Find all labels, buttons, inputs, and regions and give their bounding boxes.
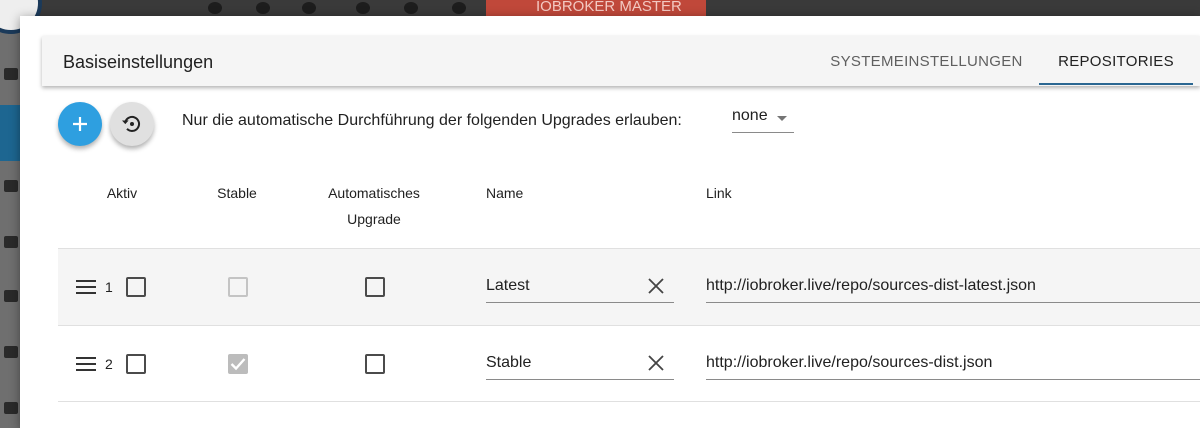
notes-icon (4, 290, 18, 302)
auto-upgrade-policy-select[interactable]: none (732, 105, 794, 133)
tab-system-settings[interactable]: SYSTEMEINSTELLUNGEN (824, 36, 1029, 86)
dialog-app-bar: Basiseinstellungen SYSTEMEINSTELLUNGEN R… (42, 36, 1200, 86)
repository-name-value: Stable (486, 354, 532, 371)
tab-repositories[interactable]: REPOSITORIES (1039, 36, 1193, 86)
tab-indicator (1039, 83, 1193, 85)
apps-icon (4, 68, 18, 80)
column-header-aktiv: Aktiv (106, 185, 138, 201)
restore-defaults-button[interactable] (110, 102, 154, 146)
plus-icon (73, 117, 87, 131)
user-icon (4, 346, 18, 358)
repository-name-value: Latest (486, 277, 530, 294)
bg-tool-icon (256, 2, 270, 14)
stable-checkbox (228, 354, 248, 374)
background-sidebar (0, 0, 20, 428)
column-header-auto-upgrade-line1: Automatisches (328, 185, 420, 201)
caret-down-icon (777, 116, 787, 121)
bg-tool-icon (356, 2, 370, 14)
bg-tool-icon (302, 2, 316, 14)
clear-icon[interactable] (646, 353, 666, 373)
restore-icon (122, 115, 140, 132)
auto-upgrade-policy-value: none (732, 107, 768, 124)
auto-upgrade-policy-label: Nur die automatische Durchführung der fo… (182, 112, 682, 129)
checkmark-icon (230, 358, 246, 371)
table-row: 1 Latest http://iobroker.live/repo/sourc… (58, 248, 1200, 325)
column-header-auto-upgrade-line2: Upgrade (347, 211, 401, 227)
repository-link-field[interactable]: http://iobroker.live/repo/sources-dist-l… (706, 269, 1200, 303)
repository-link-field[interactable]: http://iobroker.live/repo/sources-dist.j… (706, 346, 1200, 380)
column-header-auto-upgrade: Automatisches Upgrade (310, 180, 438, 232)
aktiv-checkbox[interactable] (126, 354, 146, 374)
repository-name-field[interactable]: Stable (486, 346, 674, 380)
settings-dialog: Basiseinstellungen SYSTEMEINSTELLUNGEN R… (20, 16, 1200, 428)
table-row: 2 Stable http://iobroker.live/repo/sourc… (58, 325, 1200, 402)
column-header-stable: Stable (217, 185, 257, 201)
dialog-title: Basiseinstellungen (63, 52, 214, 72)
aktiv-checkbox[interactable] (126, 277, 146, 297)
bg-tool-icon (404, 2, 418, 14)
auto-upgrade-checkbox[interactable] (365, 277, 385, 297)
bg-tool-icon (208, 2, 222, 14)
drag-handle-icon[interactable] (76, 280, 96, 294)
background-banner: IOBROKER MASTER (486, 0, 706, 16)
drag-handle-icon[interactable] (76, 357, 96, 371)
background-sidebar-active-item (0, 105, 20, 161)
row-number: 2 (105, 356, 113, 372)
repository-name-field[interactable]: Latest (486, 269, 674, 303)
row-number: 1 (105, 279, 113, 295)
bg-tool-icon (452, 2, 466, 14)
stable-checkbox (228, 277, 248, 297)
repository-link-value: http://iobroker.live/repo/sources-dist.j… (706, 354, 993, 371)
list-icon (4, 236, 18, 248)
script-icon (4, 402, 18, 414)
card-icon (4, 180, 18, 192)
repository-link-value: http://iobroker.live/repo/sources-dist-l… (706, 277, 1036, 294)
column-header-name: Name (486, 185, 524, 201)
auto-upgrade-checkbox[interactable] (365, 354, 385, 374)
add-repository-button[interactable] (58, 102, 102, 146)
clear-icon[interactable] (646, 276, 666, 296)
column-header-link: Link (706, 185, 732, 201)
